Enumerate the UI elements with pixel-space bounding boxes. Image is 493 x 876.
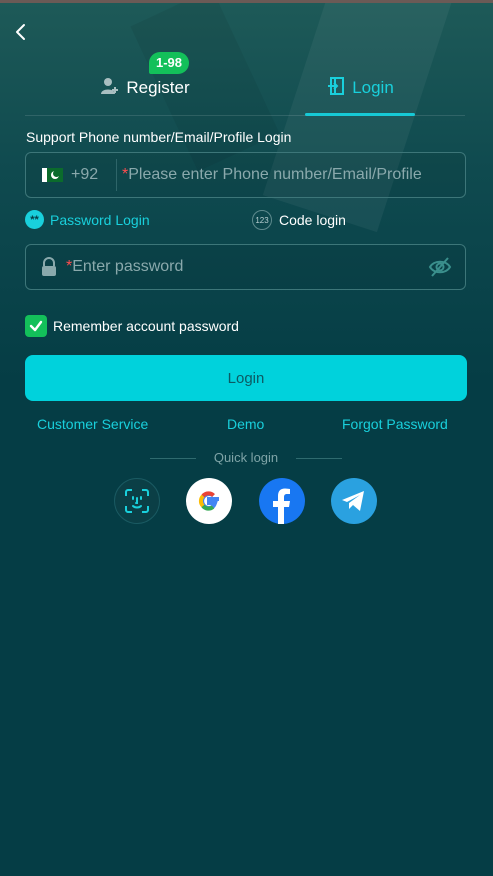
phone-placeholder: Please enter Phone number/Email/Profile (128, 166, 422, 183)
code-login-label: Code login (279, 212, 346, 228)
remember-password-checkbox[interactable]: Remember account password (25, 315, 239, 337)
google-login-button[interactable] (186, 478, 232, 524)
google-icon (198, 491, 219, 511)
tab-login[interactable]: Login (305, 62, 415, 116)
facebook-login-button[interactable] (259, 478, 305, 524)
chevron-left-icon (16, 24, 25, 40)
password-login-label: Password Login (50, 211, 150, 228)
code-login-option[interactable]: 123 Code login (252, 210, 346, 230)
pakistan-flag-icon[interactable] (42, 168, 63, 182)
face-id-icon (125, 489, 149, 513)
quick-login-divider: Quick login (150, 450, 342, 466)
tab-register-label: Register (126, 78, 190, 97)
eye-off-icon[interactable] (428, 256, 452, 278)
demo-link[interactable]: Demo (227, 416, 264, 432)
password-field[interactable]: *Enter password (25, 244, 466, 290)
phone-field[interactable]: +92 *Please enter Phone number/Email/Pro… (25, 152, 466, 198)
auth-tabs: Register 1-98 Login (25, 52, 465, 116)
telegram-icon (342, 491, 364, 511)
login-door-icon (326, 76, 346, 101)
register-badge: 1-98 (149, 52, 190, 74)
code-123-icon: 123 (252, 210, 272, 230)
forgot-password-link[interactable]: Forgot Password (342, 416, 448, 432)
facebook-icon (273, 488, 290, 524)
lock-icon (40, 257, 58, 277)
password-input[interactable]: *Enter password (66, 258, 183, 276)
password-dots-icon: ** (25, 210, 44, 229)
customer-service-link[interactable]: Customer Service (37, 416, 148, 432)
tab-register[interactable]: Register 1-98 (65, 52, 225, 114)
dial-code[interactable]: +92 (71, 166, 98, 184)
telegram-login-button[interactable] (331, 478, 377, 524)
login-button[interactable]: Login (25, 355, 467, 401)
password-placeholder: Enter password (72, 258, 184, 275)
remember-label: Remember account password (53, 318, 239, 334)
checkmark-icon[interactable] (25, 315, 47, 337)
back-button[interactable] (10, 20, 32, 44)
phone-input[interactable]: *Please enter Phone number/Email/Profile (122, 166, 422, 184)
password-login-option[interactable]: ** Password Login (25, 210, 150, 229)
field-divider (116, 159, 117, 191)
tab-login-label: Login (352, 78, 394, 97)
face-id-button[interactable] (114, 478, 160, 524)
support-text: Support Phone number/Email/Profile Login (26, 129, 292, 145)
top-border (0, 0, 493, 3)
active-tab-indicator (305, 113, 415, 116)
user-add-icon (100, 76, 120, 101)
